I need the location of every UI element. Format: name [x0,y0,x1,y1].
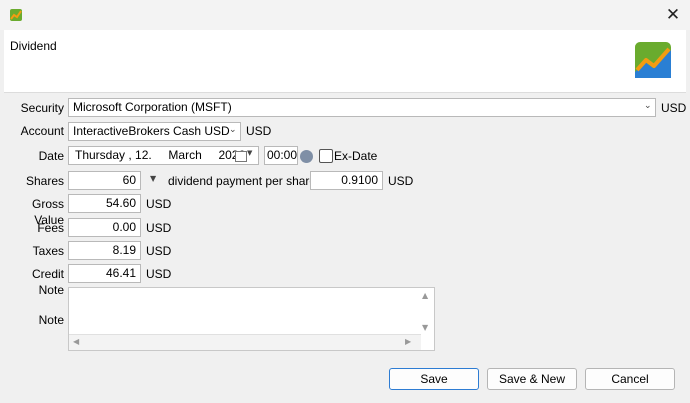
app-icon [10,9,22,21]
fees-label: Fees [37,221,64,235]
account-currency: USD [246,124,272,138]
security-currency: USD [661,101,687,115]
shares-input[interactable]: 60 [68,171,141,190]
taxes-value: 8.19 [112,243,136,257]
caret-down-icon[interactable]: ▼ [150,174,156,183]
credit-note-currency: USD [146,267,172,281]
dividend-dialog: ✕ Dividend Security Microsoft Corporatio… [0,0,690,403]
save-and-new-button[interactable]: Save & New [487,368,577,390]
ex-date-label: Ex-Date [334,149,378,163]
shares-value: 60 [122,173,136,187]
cancel-button[interactable]: Cancel [585,368,675,390]
fees-value: 0.00 [112,220,136,234]
credit-note-input[interactable]: 46.41 [68,264,141,283]
credit-note-value: 46.41 [105,266,136,280]
time-input[interactable]: 00:00 [264,146,298,165]
vertical-scrollbar[interactable]: ▲ ▼ [419,288,434,336]
gross-value-currency: USD [146,197,172,211]
taxes-label: Taxes [32,244,64,258]
per-share-value: 0.9100 [341,173,378,187]
date-picker[interactable]: Thursday , 12. March 2026 [68,146,259,165]
scroll-left-icon[interactable]: ◀ [73,337,79,346]
shares-label: Shares [25,174,64,188]
security-select[interactable]: Microsoft Corporation (MSFT) [68,98,656,117]
chevron-down-icon[interactable]: ⌄ [644,101,652,111]
dialog-title: Dividend [10,39,57,53]
note-label: Note [38,313,64,327]
chevron-down-icon[interactable]: ⌄ [229,125,237,135]
taxes-input[interactable]: 8.19 [68,241,141,260]
note-textarea[interactable]: ▲ ▼ ◀ ▶ [68,287,435,351]
fees-currency: USD [146,221,172,235]
close-icon[interactable]: ✕ [664,6,682,24]
time-value: 00:00 [267,148,298,162]
horizontal-scrollbar[interactable]: ◀ ▶ [69,334,421,350]
calendar-icon[interactable] [235,151,247,162]
title-bar: ✕ [0,0,690,30]
gross-value: 54.60 [105,196,136,210]
clock-icon[interactable] [300,150,313,163]
account-select[interactable]: InteractiveBrokers Cash USD [68,122,241,141]
taxes-currency: USD [146,244,172,258]
date-label: Date [38,149,64,163]
chevron-down-icon[interactable]: ▼ [247,149,252,157]
security-value: Microsoft Corporation (MSFT) [73,100,232,114]
ex-date-checkbox[interactable] [319,149,333,163]
save-button[interactable]: Save [389,368,479,390]
security-label: Security [20,101,64,115]
date-day: 12. [135,148,152,162]
per-share-label: dividend payment per shares [168,174,323,188]
scroll-right-icon[interactable]: ▶ [405,337,411,346]
scroll-down-icon[interactable]: ▼ [422,323,428,332]
account-value: InteractiveBrokers Cash USD [73,124,230,138]
portfolio-logo-icon [635,42,671,78]
per-share-currency: USD [388,174,414,188]
account-label: Account [20,124,64,138]
date-weekday: Thursday [75,148,126,162]
per-share-input[interactable]: 0.9100 [310,171,383,190]
fees-input[interactable]: 0.00 [68,218,141,237]
credit-note-label: Credit Note [31,267,64,297]
dialog-header: Dividend [4,30,686,93]
date-month: March [168,148,202,162]
gross-value-input[interactable]: 54.60 [68,194,141,213]
scroll-up-icon[interactable]: ▲ [422,291,428,300]
